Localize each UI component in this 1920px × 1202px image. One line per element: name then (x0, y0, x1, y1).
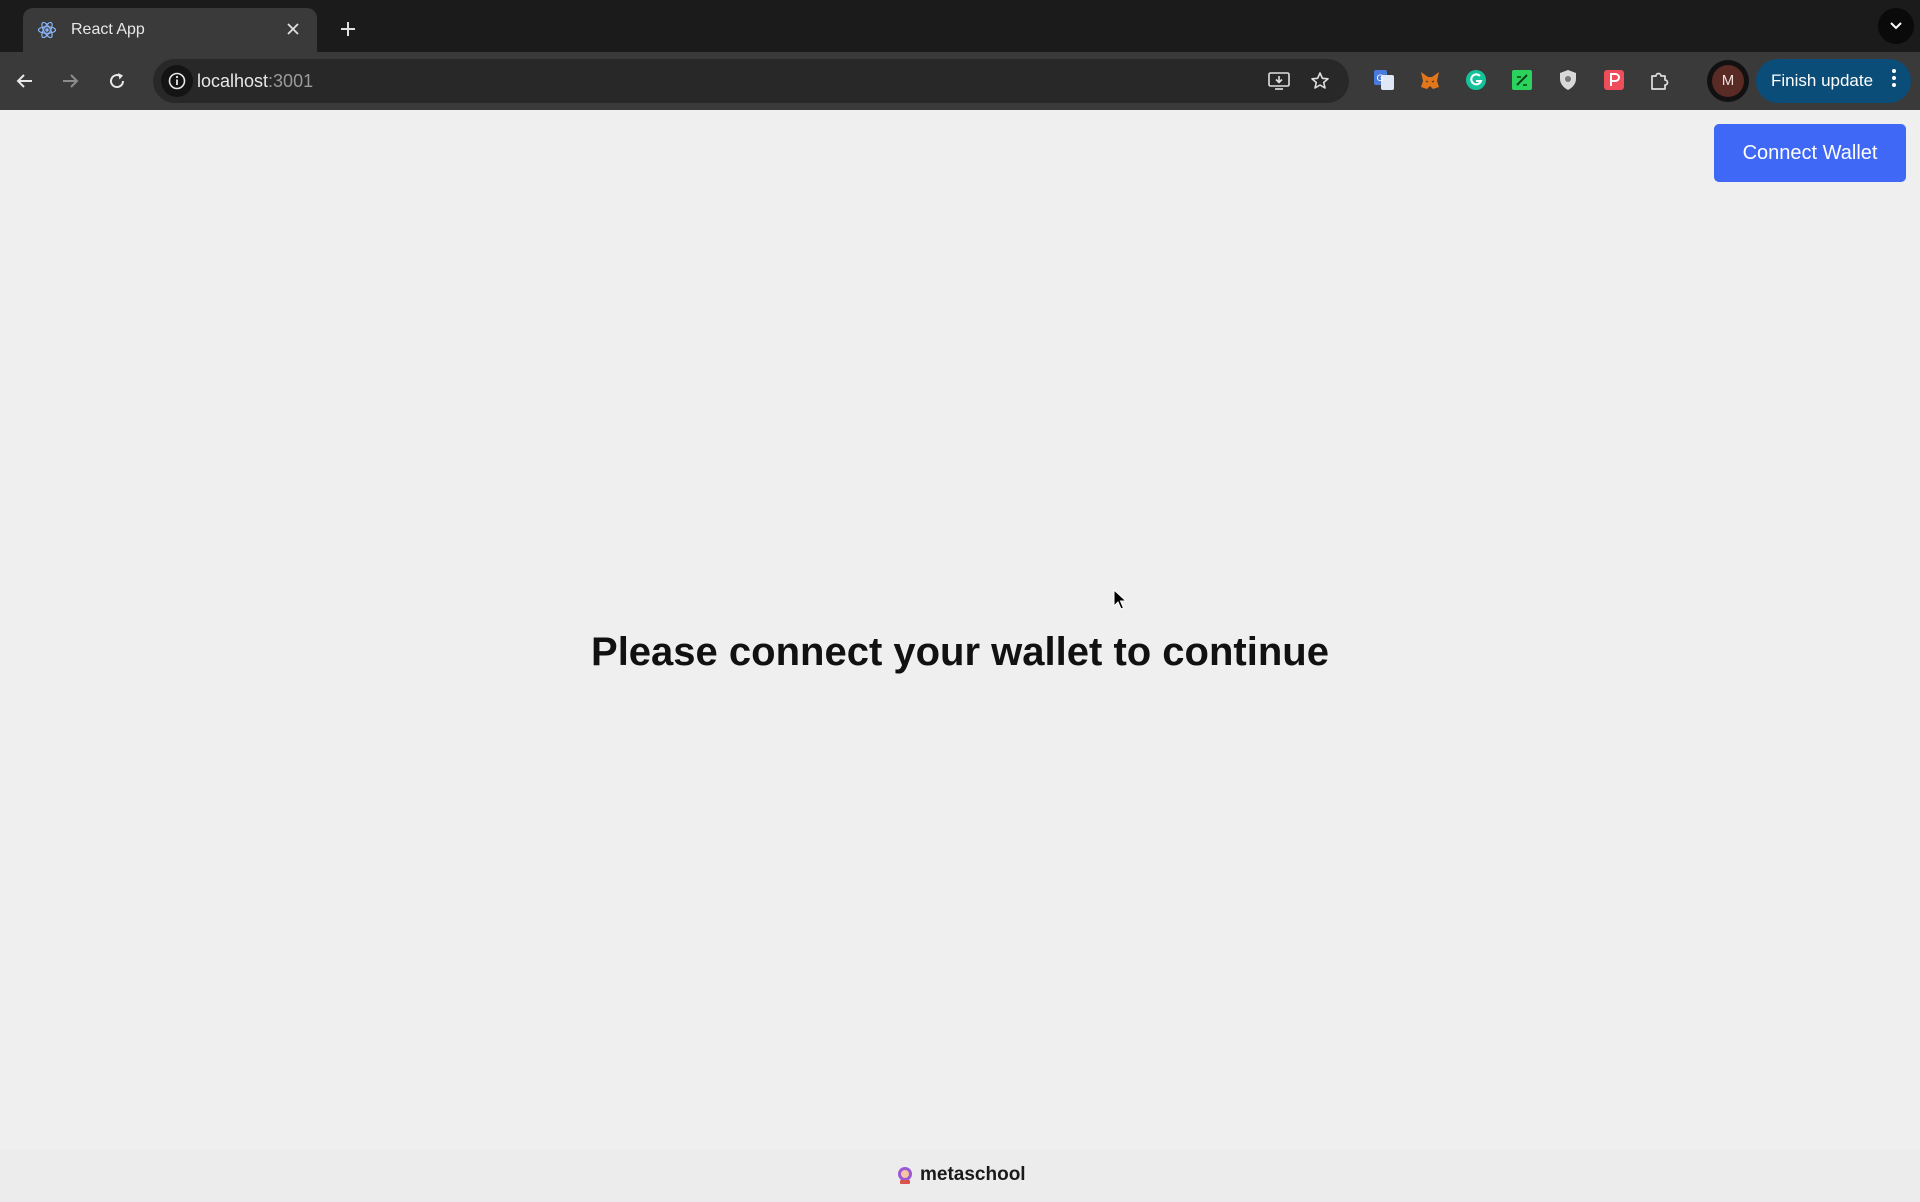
url-port: :3001 (268, 71, 314, 91)
google-translate-icon[interactable]: G (1371, 67, 1397, 93)
metamask-icon[interactable] (1417, 67, 1443, 93)
info-icon[interactable] (161, 65, 193, 97)
url-host: localhost (197, 71, 269, 91)
chevron-down-icon[interactable] (1878, 8, 1914, 44)
browser-toolbar: localhost:3001 G M Finish update (0, 52, 1920, 110)
arrow-right-icon[interactable] (54, 65, 86, 97)
page-title: Please connect your wallet to continue (591, 630, 1329, 674)
finish-update-label: Finish update (1771, 71, 1874, 90)
plus-icon[interactable] (332, 13, 364, 45)
address-bar[interactable]: localhost:3001 (153, 59, 1349, 103)
red-extension-icon[interactable] (1601, 67, 1627, 93)
avatar[interactable]: M (1712, 65, 1744, 97)
puzzle-icon[interactable] (1647, 67, 1673, 93)
close-icon[interactable] (283, 20, 303, 40)
svg-text:G: G (1377, 74, 1384, 84)
install-app-icon[interactable] (1267, 69, 1291, 93)
tab-title: React App (71, 21, 145, 38)
footer: metaschool (0, 1150, 1920, 1202)
arrow-left-icon[interactable] (9, 65, 41, 97)
connect-wallet-button[interactable]: Connect Wallet (1714, 124, 1906, 182)
browser-tab-strip: React App (0, 0, 1920, 52)
shield-extension-icon[interactable] (1555, 67, 1581, 93)
grammarly-icon[interactable] (1463, 67, 1489, 93)
footer-brand[interactable]: metaschool (895, 1164, 1026, 1186)
green-extension-icon[interactable] (1509, 67, 1535, 93)
kebab-menu-icon[interactable] (1891, 67, 1897, 95)
reload-icon[interactable] (101, 65, 133, 97)
browser-tab[interactable]: React App (23, 8, 317, 52)
footer-brand-name: metaschool (920, 1164, 1026, 1185)
metaschool-logo-icon (895, 1165, 915, 1185)
url-text: localhost:3001 (197, 71, 313, 92)
finish-update-button[interactable]: Finish update (1756, 59, 1911, 103)
react-logo-icon (37, 20, 57, 40)
mouse-cursor-icon (1113, 588, 1128, 616)
star-icon[interactable] (1308, 69, 1332, 93)
